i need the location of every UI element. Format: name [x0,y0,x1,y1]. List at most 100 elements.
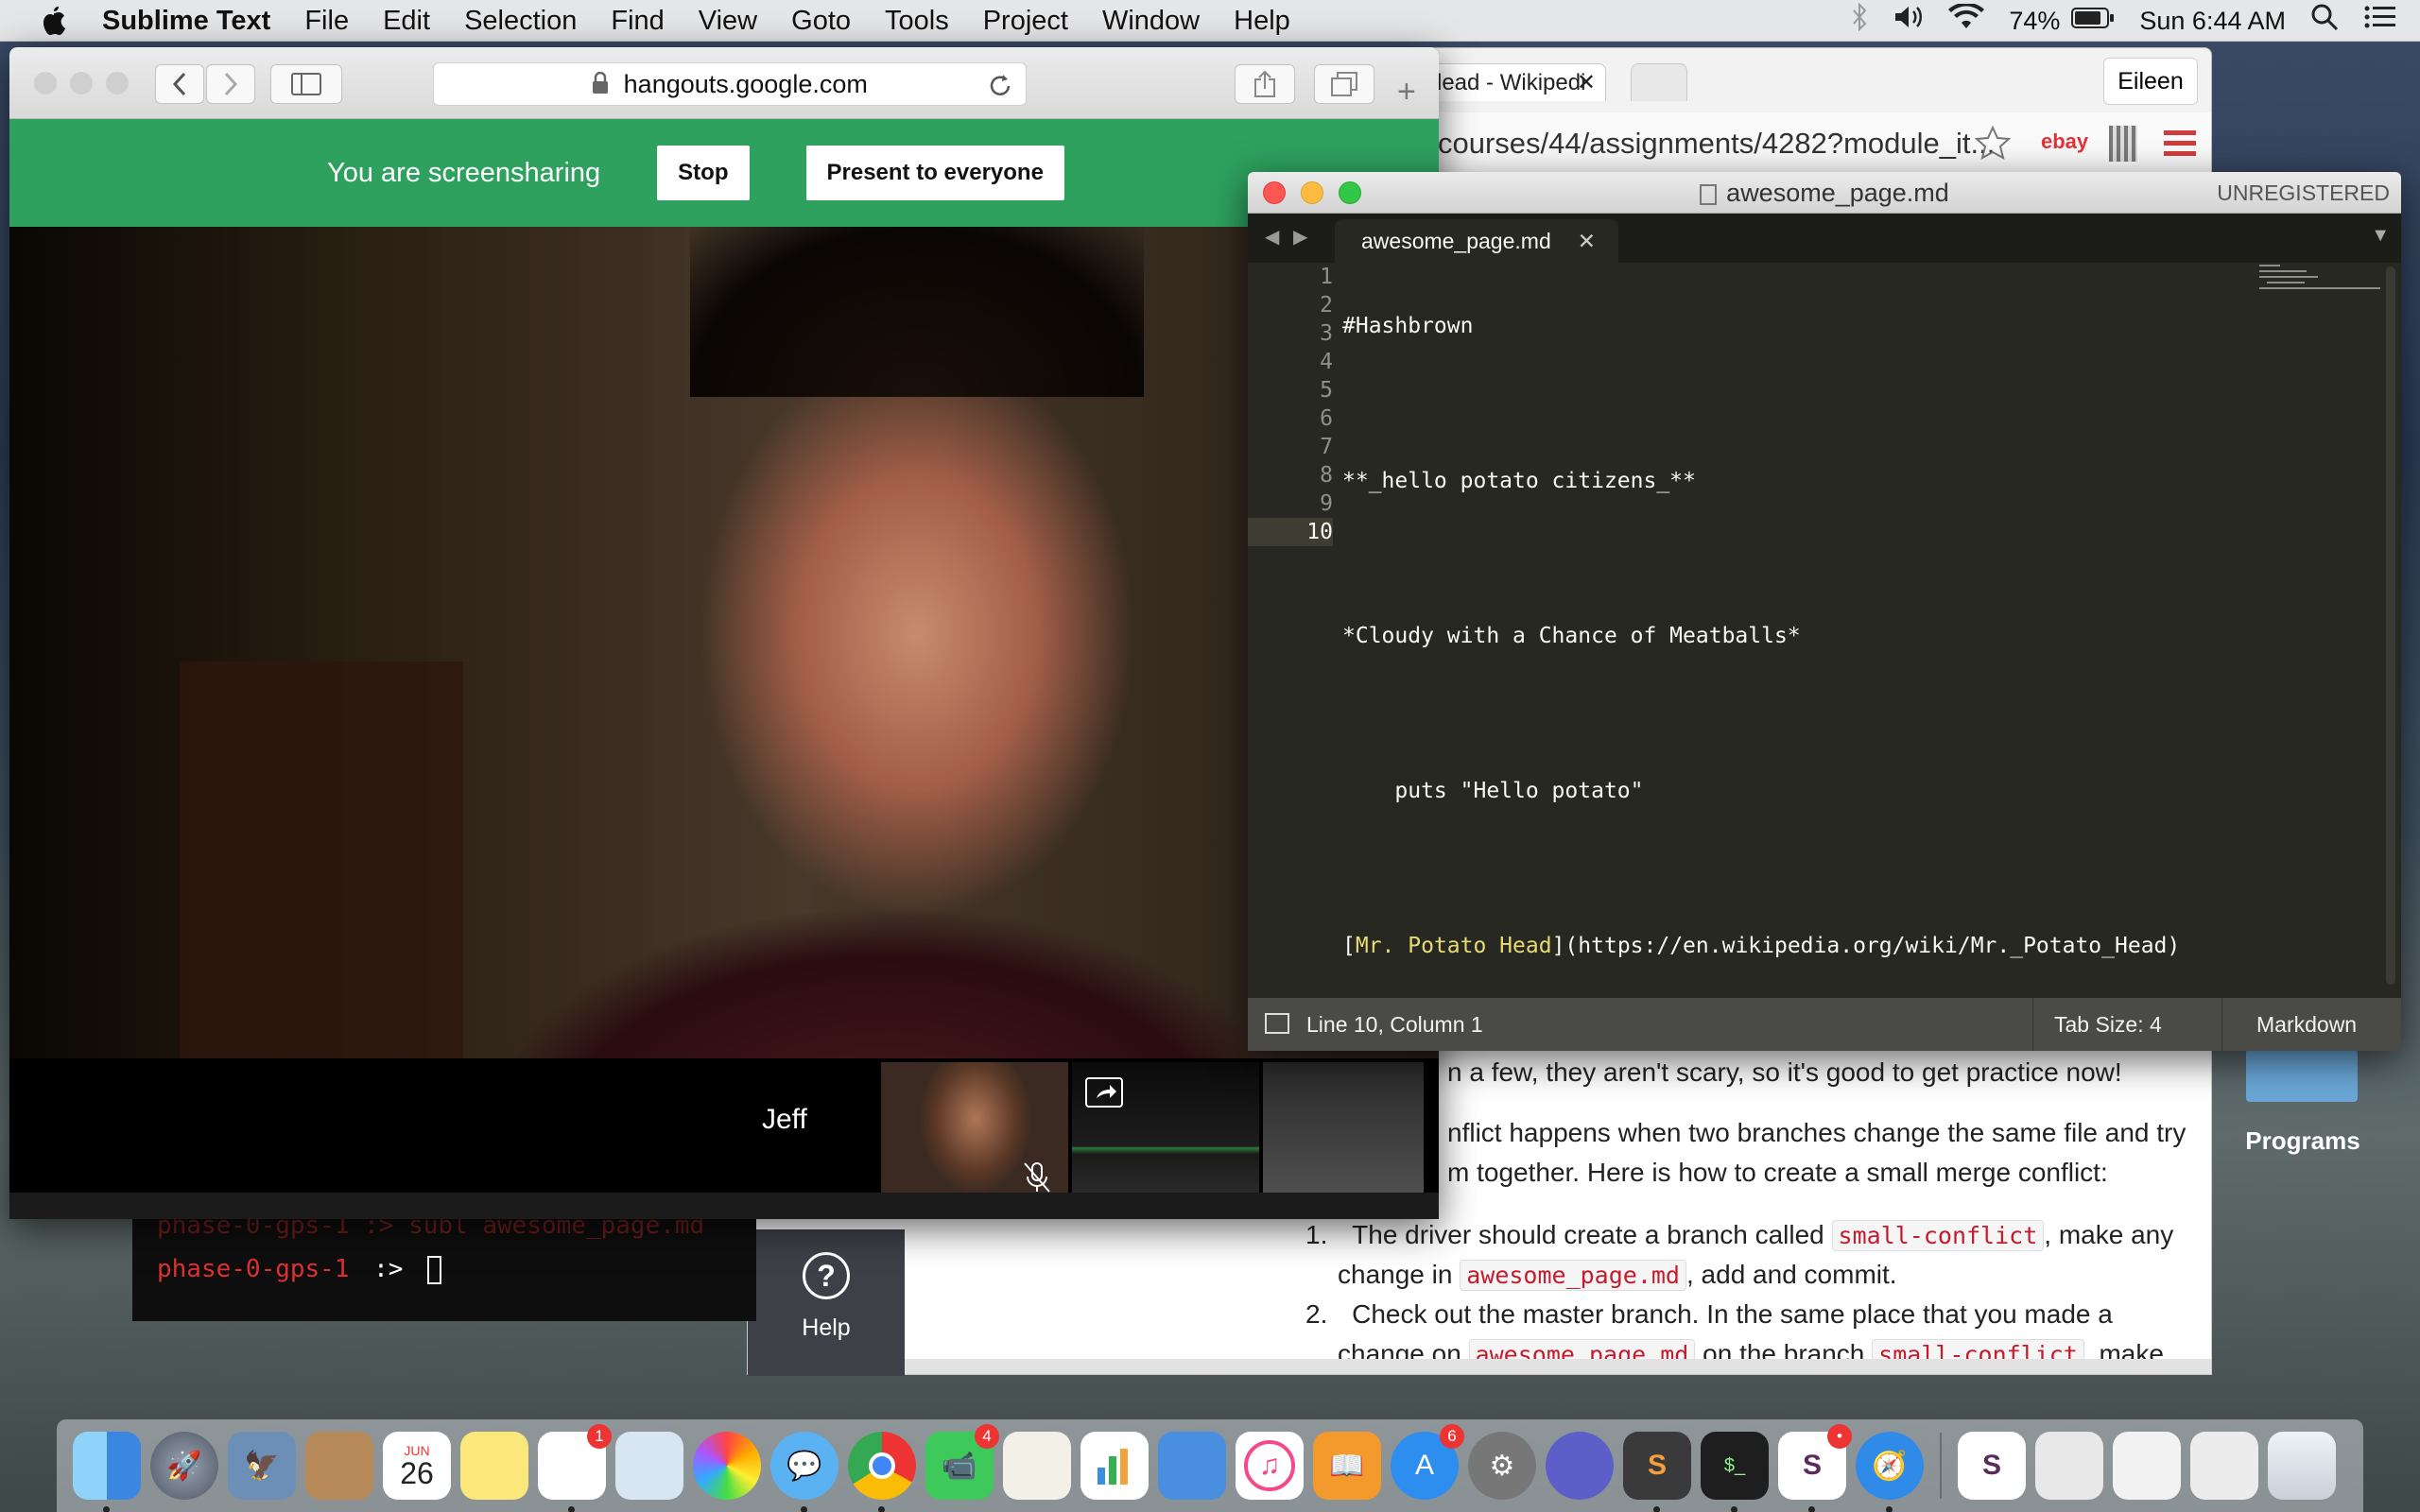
launchpad-icon[interactable]: 🚀 [150,1432,218,1500]
minimap[interactable] [2259,263,2382,319]
reload-icon[interactable] [988,63,1012,105]
menu-edit[interactable]: Edit [366,0,447,42]
help-button[interactable]: ? Help [748,1229,905,1376]
menu-selection[interactable]: Selection [447,0,594,42]
wifi-icon[interactable] [1948,2,1985,38]
window-close-button[interactable] [34,72,57,94]
menu-project[interactable]: Project [966,0,1085,42]
bluetooth-icon[interactable] [1852,2,1869,39]
code-editor[interactable]: 1 2 3 4 5 6 7 8 9 10 #Hashbrown **_hello… [1248,263,2401,1038]
safari-address-bar[interactable]: hangouts.google.com [433,62,1027,106]
status-panel-icon[interactable] [1265,1013,1289,1034]
keynote-icon[interactable] [1158,1432,1226,1500]
programs-folder-icon[interactable] [2246,1049,2358,1102]
back-button[interactable] [155,64,204,104]
menu-goto[interactable]: Goto [774,0,868,42]
screenshare-banner: You are screensharing Stop Present to ev… [9,119,1439,227]
slack-icon[interactable]: S • [1778,1424,1852,1512]
new-tab-plus-icon[interactable]: + [1397,74,1416,111]
chrome-url[interactable]: courses/44/assignments/4282?module_it... [1398,120,2003,167]
ibooks-icon[interactable]: 📖 [1313,1432,1381,1500]
terminal-icon[interactable]: $_ [1701,1432,1769,1512]
tabs-overview-button[interactable] [1314,64,1374,104]
facetime-icon[interactable]: 📹 4 [925,1424,999,1500]
status-syntax[interactable]: Markdown [2221,998,2357,1051]
minimized-window-icon[interactable] [2113,1432,2181,1500]
app-store-badge: 6 [1440,1424,1464,1449]
editor-scrollbar[interactable] [2386,266,2395,985]
slack-minimized-window-icon[interactable]: S [1958,1432,2026,1500]
tab-scroll-right-icon[interactable]: ▶ [1293,225,1307,249]
video-image-detail [180,662,463,1058]
minimized-window-icon[interactable] [2035,1432,2103,1500]
preview-icon[interactable]: 🦅 [228,1432,296,1500]
menu-app-name[interactable]: Sublime Text [74,0,287,42]
tab-scroll-left-icon[interactable]: ◀ [1265,225,1279,249]
menubar-clock[interactable]: Sun 6:44 AM [2139,7,2286,36]
line-number: 6 [1320,406,1333,431]
system-preferences-icon[interactable]: ⚙ [1468,1432,1536,1500]
line-number-current: 10 [1248,518,1333,546]
photos-icon[interactable] [693,1432,761,1500]
present-to-everyone-button[interactable]: Present to everyone [805,146,1064,200]
sublime-window: awesome_page.md UNREGISTERED ◀ ▶ awesome… [1248,172,2401,1051]
code-line-link: [Mr. Potato Head](https://en.wikipedia.o… [1342,932,2401,960]
pages-icon[interactable] [1003,1432,1071,1500]
list-text: , make any [2044,1220,2174,1249]
menu-tools[interactable]: Tools [868,0,966,42]
itunes-icon[interactable]: ♫ [1236,1432,1304,1500]
horizontal-scrollbar[interactable] [905,1359,2211,1374]
window-zoom-button[interactable] [106,72,129,94]
notification-center-icon[interactable] [2363,4,2395,38]
menu-window[interactable]: Window [1085,0,1217,42]
sublime-tab-awesome-page[interactable]: awesome_page.md ✕ [1335,219,1618,263]
ebay-extension-icon[interactable]: ebay [2041,129,2088,154]
menu-view[interactable]: View [682,0,774,42]
dock-separator [1940,1433,1942,1499]
menu-help[interactable]: Help [1217,0,1307,42]
sublime-text-icon[interactable]: S [1623,1432,1691,1512]
spotlight-search-icon[interactable] [2310,3,2339,39]
tab-dropdown-icon[interactable]: ▼ [2371,225,2390,247]
reminders-icon[interactable]: 1 [538,1424,612,1512]
extension-icon[interactable] [2109,126,2137,162]
menu-file[interactable]: File [287,0,366,42]
notes-icon[interactable] [460,1432,528,1500]
calendar-icon[interactable]: JUN 26 [383,1432,451,1500]
app-store-icon[interactable]: A6 [1391,1424,1464,1500]
window-minimize-button[interactable] [70,72,93,94]
chevron-left-icon [172,72,186,96]
tor-browser-icon[interactable] [1546,1432,1614,1500]
safari-icon[interactable]: 🧭 [1856,1432,1924,1512]
photo-booth-icon[interactable] [615,1432,683,1500]
safari-url: hangouts.google.com [623,70,868,98]
tab-close-icon[interactable]: ✕ [1578,219,1596,263]
apple-menu-icon[interactable] [34,0,74,42]
stop-screenshare-button[interactable]: Stop [657,146,750,200]
menu-find[interactable]: Find [594,0,681,42]
battery-icon[interactable] [2071,6,2115,37]
video-image-detail [690,227,1144,397]
trash-icon[interactable] [2268,1432,2336,1500]
sidebar-toggle-button[interactable] [270,64,342,104]
programs-folder-label[interactable]: Programs [2227,1126,2378,1156]
calendar-day: 26 [400,1456,434,1490]
contacts-icon[interactable] [305,1432,373,1500]
chrome-menu-icon[interactable] [2164,128,2196,163]
bookmark-star-icon[interactable] [1974,125,2012,164]
finder-icon[interactable] [73,1432,141,1512]
status-tab-size[interactable]: Tab Size: 4 [2032,998,2183,1051]
chrome-profile-button[interactable]: Eileen [2103,58,2198,105]
tab-close-icon[interactable]: ✕ [1577,64,1596,102]
volume-icon[interactable] [1893,4,1924,38]
sublime-title-text: awesome_page.md [1726,179,1949,207]
chrome-icon[interactable] [848,1432,916,1512]
share-button[interactable] [1235,64,1295,104]
forward-button[interactable] [206,64,255,104]
minimized-window-icon[interactable] [2190,1432,2258,1500]
numbers-icon[interactable] [1080,1432,1149,1500]
messages-icon[interactable]: 💬 [770,1432,838,1512]
chrome-new-tab[interactable] [1631,63,1687,101]
line-number-gutter: 1 2 3 4 5 6 7 8 9 10 [1248,263,1333,546]
